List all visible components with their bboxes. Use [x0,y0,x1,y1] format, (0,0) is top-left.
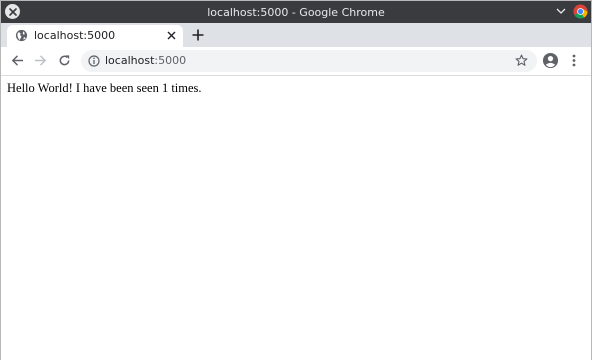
url-port: :5000 [154,54,187,67]
window-title: localhost:5000 - Google Chrome [207,6,385,19]
tab-close-icon[interactable] [167,31,176,40]
url-host: localhost [105,54,155,67]
chrome-logo-icon [573,4,588,19]
new-tab-icon[interactable] [192,29,204,41]
tab-label: localhost:5000 [34,29,116,42]
reload-icon[interactable] [58,54,71,67]
bookmark-star-icon[interactable] [515,54,528,67]
page-body-text: Hello World! I have been seen 1 times. [7,81,202,95]
browser-window: localhost:5000 - Google Chrome localhost… [0,0,592,360]
forward-arrow-icon[interactable] [34,54,47,67]
profile-avatar-icon[interactable] [542,52,559,69]
tab-localhost[interactable]: localhost:5000 [7,25,183,47]
address-bar[interactable]: localhost:5000 [81,50,537,72]
page-content: Hello World! I have been seen 1 times. [1,76,591,360]
title-bar: localhost:5000 - Google Chrome [1,1,591,23]
url-text: localhost:5000 [105,54,186,67]
back-arrow-icon[interactable] [11,54,24,67]
info-icon[interactable] [88,55,100,67]
chevron-down-icon[interactable] [556,7,566,15]
tab-strip: localhost:5000 [1,23,591,47]
kebab-menu-icon[interactable] [572,54,576,67]
browser-toolbar: localhost:5000 [1,47,591,76]
globe-icon [15,29,28,42]
